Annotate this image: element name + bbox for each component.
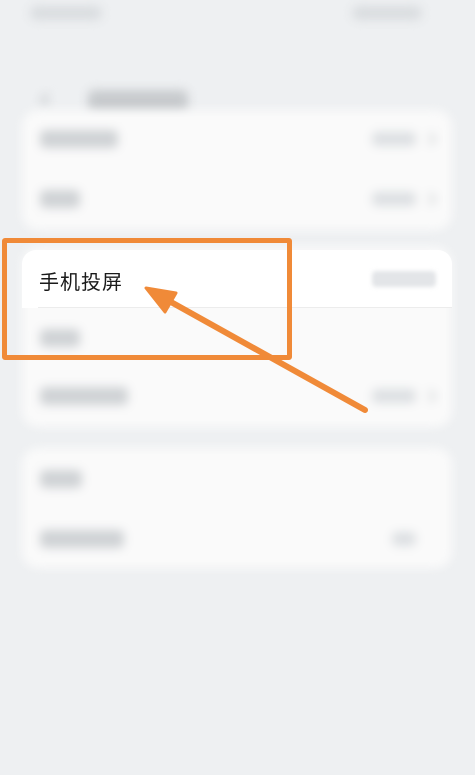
row-label [40,130,118,148]
highlight-box [2,238,292,360]
row-value [392,532,416,546]
row-label [40,190,80,208]
settings-row[interactable] [22,110,452,168]
settings-row[interactable] [22,367,452,425]
row-value [372,389,416,403]
chevron-right-icon [428,389,437,403]
row-label [40,470,82,488]
status-icons [352,6,422,20]
status-time [30,6,102,20]
row-value [372,132,416,146]
status-bar [0,0,475,30]
row-label [40,387,128,405]
screen-mirroring-value [372,271,436,287]
chevron-right-icon [428,192,437,206]
settings-row[interactable] [22,510,452,568]
nav-bar [0,40,475,114]
row-value [372,192,416,206]
chevron-right-icon [428,132,437,146]
settings-row[interactable] [22,170,452,228]
settings-row[interactable] [22,450,452,508]
back-arrow-icon[interactable] [38,92,54,108]
row-label [40,530,124,548]
settings-group-1 [22,110,452,230]
settings-group-3 [22,448,452,568]
